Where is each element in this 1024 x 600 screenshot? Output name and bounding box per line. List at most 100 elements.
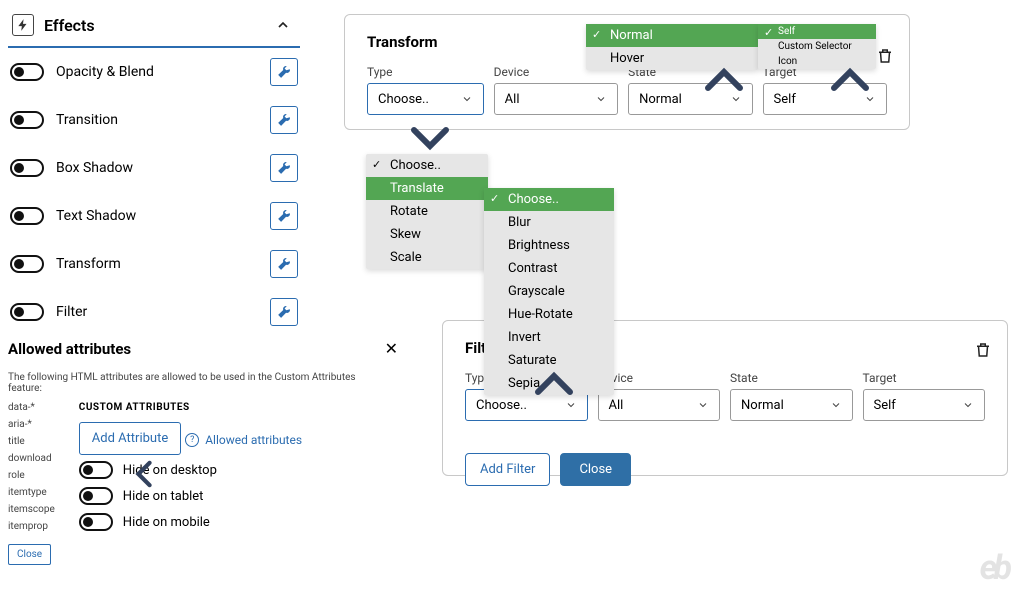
toggle-transform[interactable] [10, 255, 44, 273]
configure-button[interactable] [270, 250, 298, 278]
select-value: All [609, 398, 624, 413]
annotation-arrow-icon [534, 370, 574, 398]
toggle-transition[interactable] [10, 111, 44, 129]
field-caption: Device [598, 371, 721, 385]
list-item: itemtype [8, 487, 55, 498]
dropdown-option[interactable]: Rotate [366, 200, 488, 223]
dropdown-option[interactable]: Grayscale [484, 280, 614, 303]
effect-label: Transform [56, 256, 258, 272]
effect-row-transform: Transform [8, 240, 300, 288]
chevron-down-icon [565, 399, 577, 411]
select-value: Choose.. [476, 398, 527, 413]
configure-button[interactable] [270, 298, 298, 326]
chevron-down-icon [730, 93, 742, 105]
dropdown-option[interactable]: Saturate [484, 349, 614, 372]
chevron-down-icon [864, 93, 876, 105]
target-select[interactable]: Self [863, 389, 986, 421]
list-item: aria-* [8, 419, 55, 430]
allowed-attributes-link[interactable]: ? Allowed attributes [185, 433, 302, 447]
field-caption: State [730, 371, 853, 385]
dropdown-option[interactable]: Hue-Rotate [484, 303, 614, 326]
toggle-filter[interactable] [10, 303, 44, 321]
chevron-up-icon[interactable] [272, 14, 294, 36]
list-item: title [8, 436, 55, 447]
configure-button[interactable] [270, 58, 298, 86]
annotation-arrow-icon [704, 66, 744, 94]
toggle-hide-mobile[interactable] [79, 513, 113, 531]
target-dropdown[interactable]: Self Custom Selector Icon [758, 24, 876, 69]
state-dropdown[interactable]: Normal Hover [586, 24, 758, 70]
effect-row-filter: Filter [8, 288, 300, 336]
panel-title: Effects [44, 16, 262, 35]
add-filter-button[interactable]: Add Filter [465, 453, 550, 486]
delete-icon[interactable] [973, 339, 993, 361]
list-item: itemprop [8, 521, 55, 532]
chevron-down-icon [461, 93, 473, 105]
add-attribute-button[interactable]: Add Attribute [79, 422, 181, 455]
configure-button[interactable] [270, 106, 298, 134]
transform-type-dropdown[interactable]: Choose.. Translate Rotate Skew Scale [366, 154, 488, 269]
type-select[interactable]: Choose.. [367, 83, 484, 115]
close-allowed-button[interactable]: Close [8, 544, 51, 565]
dropdown-option[interactable]: Skew [366, 223, 488, 246]
dropdown-option[interactable]: Choose.. [366, 154, 488, 177]
list-item: role [8, 470, 55, 481]
bolt-icon [12, 14, 34, 36]
state-select[interactable]: Normal [730, 389, 853, 421]
chevron-down-icon [962, 399, 974, 411]
dropdown-option[interactable]: Normal [586, 24, 758, 47]
configure-button[interactable] [270, 154, 298, 182]
select-value: Self [774, 92, 796, 107]
annotation-arrow-icon [830, 66, 870, 94]
chevron-down-icon [595, 93, 607, 105]
allowed-attributes-panel: Allowed attributes ✕ The following HTML … [8, 335, 408, 565]
chevron-down-icon [830, 399, 842, 411]
select-value: Normal [639, 92, 682, 107]
filter-type-dropdown[interactable]: Choose.. Blur Brightness Contrast Graysc… [484, 188, 614, 395]
toggle-hide-desktop[interactable] [79, 461, 113, 479]
effect-row-opacity: Opacity & Blend [8, 48, 300, 96]
effect-label: Box Shadow [56, 160, 258, 176]
custom-attr-heading: CUSTOM ATTRIBUTES [79, 402, 408, 413]
dropdown-option[interactable]: Invert [484, 326, 614, 349]
effect-label: Filter [56, 304, 258, 320]
close-button[interactable]: Close [560, 453, 631, 486]
select-value: All [505, 92, 520, 107]
effect-row-boxshadow: Box Shadow [8, 144, 300, 192]
hide-label: Hide on tablet [123, 489, 204, 504]
help-icon: ? [185, 433, 199, 447]
list-item: itemscope [8, 504, 55, 515]
toggle-opacity[interactable] [10, 63, 44, 81]
dropdown-option[interactable]: Choose.. [484, 188, 614, 211]
dropdown-option[interactable]: Self [758, 24, 876, 39]
effects-panel-header[interactable]: Effects [8, 8, 300, 48]
hide-label: Hide on mobile [123, 515, 210, 530]
dropdown-option[interactable]: Contrast [484, 257, 614, 280]
field-caption: Target [863, 371, 986, 385]
close-icon[interactable]: ✕ [381, 335, 402, 362]
effect-row-textshadow: Text Shadow [8, 192, 300, 240]
list-item: data-* [8, 402, 55, 413]
dropdown-option[interactable]: Custom Selector [758, 39, 876, 54]
toggle-textshadow[interactable] [10, 207, 44, 225]
select-value: Normal [741, 398, 784, 413]
device-select[interactable]: All [598, 389, 721, 421]
toggle-boxshadow[interactable] [10, 159, 44, 177]
dropdown-option[interactable]: Blur [484, 211, 614, 234]
configure-button[interactable] [270, 202, 298, 230]
annotation-arrow-icon [410, 124, 450, 152]
effect-label: Opacity & Blend [56, 64, 258, 80]
dropdown-option[interactable]: Brightness [484, 234, 614, 257]
dropdown-option[interactable]: Scale [366, 246, 488, 269]
allowed-description: The following HTML attributes are allowe… [8, 372, 388, 394]
toggle-hide-tablet[interactable] [79, 487, 113, 505]
select-value: Self [874, 398, 896, 413]
annotation-arrow-icon [124, 460, 164, 488]
effect-label: Text Shadow [56, 208, 258, 224]
dropdown-option[interactable]: Translate [366, 177, 488, 200]
allowed-link-label: Allowed attributes [205, 433, 302, 447]
device-select[interactable]: All [494, 83, 618, 115]
field-caption: Type [367, 65, 484, 79]
delete-icon[interactable] [875, 45, 895, 67]
effect-label: Transition [56, 112, 258, 128]
